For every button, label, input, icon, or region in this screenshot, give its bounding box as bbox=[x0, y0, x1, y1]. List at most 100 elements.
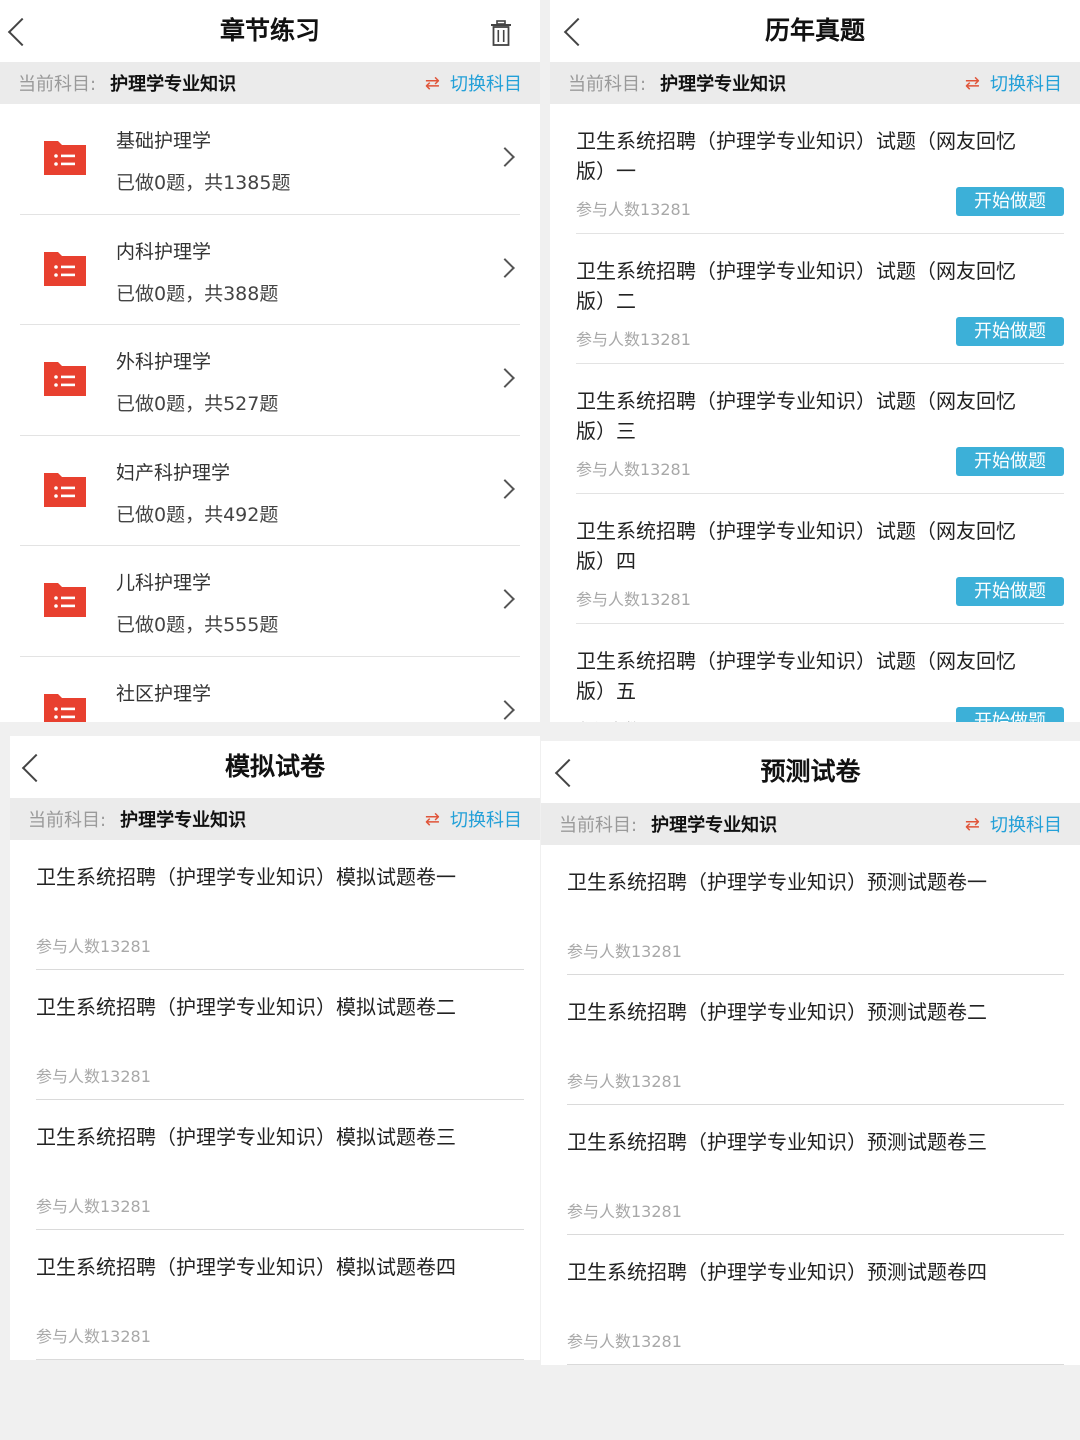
list-item[interactable]: 卫生系统招聘（护理学专业知识）预测试题卷四参与人数13281 bbox=[567, 1235, 1064, 1365]
participants-count: 参与人数13281 bbox=[567, 1072, 682, 1091]
subject-label: 当前科目: bbox=[559, 815, 638, 836]
paper-title: 卫生系统招聘（护理学专业知识）试题（网友回忆版）四 bbox=[576, 519, 1016, 573]
list-item[interactable]: 卫生系统招聘（护理学专业知识）试题（网友回忆版）五参与人数13281 开始做题 bbox=[576, 624, 1064, 722]
chapter-progress: 已做0题，共555题 bbox=[116, 614, 279, 637]
mock-papers-list: 卫生系统招聘（护理学专业知识）模拟试题卷一 参与人数13281 卫生系统招聘（护理学… bbox=[10, 840, 540, 1360]
switch-subject-label: 切换科目 bbox=[450, 810, 522, 831]
subject-value: 护理学专业知识 bbox=[110, 74, 237, 95]
paper-title: 卫生系统招聘（护理学专业知识）预测试题卷三 bbox=[567, 1130, 987, 1154]
switch-subject-button[interactable]: ⇄ 切换科目 bbox=[425, 70, 522, 96]
participants-count: 参与人数13281 bbox=[576, 330, 691, 349]
list-item[interactable]: 卫生系统招聘（护理学专业知识）预测试题卷二参与人数13281 bbox=[567, 975, 1064, 1105]
nav-bar: 模拟试卷 bbox=[10, 736, 540, 798]
participants-count: 参与人数13281 bbox=[576, 716, 691, 722]
start-practice-button[interactable]: 开始做题 bbox=[956, 707, 1064, 722]
subject-value: 护理学专业知识 bbox=[660, 74, 787, 95]
paper-title: 卫生系统招聘（护理学专业知识）试题（网友回忆版）一 bbox=[576, 129, 1016, 183]
swap-icon: ⇄ bbox=[424, 808, 440, 830]
switch-subject-button[interactable]: ⇄ 切换科目 bbox=[425, 806, 522, 832]
page-title: 预测试卷 bbox=[760, 757, 861, 786]
subject-label: 当前科目: bbox=[28, 810, 107, 831]
paper-title: 卫生系统招聘（护理学专业知识）预测试题卷四 bbox=[567, 1260, 987, 1284]
list-item[interactable]: 卫生系统招聘（护理学专业知识）模拟试题卷三 参与人数13281 bbox=[36, 1100, 524, 1230]
chapter-item[interactable]: 妇产科护理学 已做0题，共492题 bbox=[20, 436, 520, 547]
paper-title: 卫生系统招聘（护理学专业知识）预测试题卷一 bbox=[567, 870, 987, 894]
switch-subject-label: 切换科目 bbox=[450, 74, 522, 95]
chevron-right-icon bbox=[495, 478, 515, 499]
participants-count: 参与人数13281 bbox=[576, 590, 691, 609]
chapter-progress: 已做0题，共527题 bbox=[116, 393, 279, 416]
paper-title: 卫生系统招聘（护理学专业知识）模拟试题卷三 bbox=[36, 1125, 456, 1149]
swap-icon: ⇄ bbox=[424, 72, 440, 94]
participants-count: 参与人数13281 bbox=[567, 1332, 682, 1351]
list-item[interactable]: 卫生系统招聘（护理学专业知识）模拟试题卷二参与人数13281 bbox=[36, 970, 524, 1100]
nav-bar: 历年真题 bbox=[550, 0, 1080, 62]
folder-icon bbox=[42, 690, 88, 722]
subject-bar: 当前科目: 护理学专业知识 ⇄ 切换科目 bbox=[0, 62, 540, 104]
start-practice-button[interactable]: 开始做题 bbox=[956, 317, 1064, 346]
page-title: 模拟试卷 bbox=[224, 752, 325, 781]
folder-icon bbox=[42, 248, 88, 288]
start-practice-button[interactable]: 开始做题 bbox=[956, 447, 1064, 476]
list-item[interactable]: 卫生系统招聘（护理学专业知识）模拟试题卷四 参与人数13281 bbox=[36, 1230, 524, 1360]
paper-title: 卫生系统招聘（护理学专业知识）试题（网友回忆版）三 bbox=[576, 389, 1016, 443]
past-papers-screen: 历年真题 当前科目: 护理学专业知识 ⇄ 切换科目 卫生系统招聘（护理学专业知识… bbox=[550, 0, 1080, 722]
chapter-item[interactable]: 内科护理学 已做0题，共388题 bbox=[20, 215, 520, 326]
list-item[interactable]: 卫生系统招聘（护理学专业知识）预测试题卷一参与人数13281 bbox=[567, 845, 1064, 975]
chapter-item[interactable]: 社区护理学 bbox=[20, 657, 520, 722]
folder-icon bbox=[42, 579, 88, 619]
folder-icon bbox=[42, 469, 88, 509]
paper-title: 卫生系统招聘（护理学专业知识）试题（网友回忆版）五 bbox=[576, 649, 1016, 703]
start-practice-button[interactable]: 开始做题 bbox=[956, 577, 1064, 606]
subject-label: 当前科目: bbox=[568, 74, 647, 95]
nav-bar: 预测试卷 bbox=[541, 741, 1080, 803]
subject-value: 护理学专业知识 bbox=[651, 815, 778, 836]
subject-bar: 当前科目: 护理学专业知识 ⇄ 切换科目 bbox=[10, 798, 540, 840]
paper-title: 卫生系统招聘（护理学专业知识）试题（网友回忆版）二 bbox=[576, 259, 1016, 313]
nav-bar: 章节练习 bbox=[0, 0, 540, 62]
paper-title: 卫生系统招聘（护理学专业知识）模拟试题卷二 bbox=[36, 995, 456, 1019]
switch-subject-label: 切换科目 bbox=[990, 74, 1062, 95]
chapter-practice-screen: 章节练习 当前科目: 护理学专业知识 ⇄ 切换科目 基础护理学 已做0题，共138… bbox=[0, 0, 540, 722]
chevron-right-icon bbox=[495, 257, 515, 278]
participants-count: 参与人数13281 bbox=[36, 1067, 151, 1086]
chapter-item[interactable]: 儿科护理学已做0题，共555题 bbox=[20, 546, 520, 657]
swap-icon: ⇄ bbox=[964, 813, 980, 835]
chapter-name: 社区护理学 bbox=[116, 682, 212, 705]
subject-label: 当前科目: bbox=[18, 74, 97, 95]
chapter-progress: 已做0题，共388题 bbox=[116, 282, 279, 305]
participants-count: 参与人数13281 bbox=[567, 942, 682, 961]
switch-subject-label: 切换科目 bbox=[990, 815, 1062, 836]
switch-subject-button[interactable]: ⇄ 切换科目 bbox=[965, 70, 1062, 96]
list-item[interactable]: 卫生系统招聘（护理学专业知识）预测试题卷三参与人数13281 bbox=[567, 1105, 1064, 1235]
list-item[interactable]: 卫生系统招聘（护理学专业知识）试题（网友回忆版）二参与人数13281 开始做题 bbox=[576, 234, 1064, 364]
chapter-name: 外科护理学 bbox=[116, 351, 212, 374]
forecast-papers-list: 卫生系统招聘（护理学专业知识）预测试题卷一 参与人数13281 卫生系统招聘（护理学… bbox=[541, 845, 1080, 1365]
list-item[interactable]: 卫生系统招聘（护理学专业知识）模拟试题卷一 参与人数13281 bbox=[36, 840, 524, 970]
trash-icon[interactable] bbox=[490, 20, 512, 46]
folder-icon bbox=[42, 137, 88, 177]
paper-title: 卫生系统招聘（护理学专业知识）预测试题卷二 bbox=[567, 1000, 987, 1024]
past-papers-list: 卫生系统招聘（护理学专业知识）试题（网友回忆版）一 参与人数13281 开始做题 卫生… bbox=[550, 104, 1080, 722]
swap-icon: ⇄ bbox=[964, 72, 980, 94]
chevron-right-icon bbox=[495, 368, 515, 389]
page-title: 章节练习 bbox=[219, 16, 320, 45]
chapter-item[interactable]: 外科护理学已做0题，共527题 bbox=[20, 325, 520, 436]
chapter-list: 基础护理学 已做0题，共1385题 内科护理学 已做0题，共388题 外科护理学 已做0题… bbox=[0, 104, 540, 722]
forecast-papers-screen: 预测试卷 当前科目: 护理学专业知识 ⇄ 切换科目 卫生系统招聘（护理学专业知识… bbox=[541, 741, 1080, 1440]
mock-papers-screen: 模拟试卷 当前科目: 护理学专业知识 ⇄ 切换科目 卫生系统招聘（护理学专业知识… bbox=[10, 736, 540, 1440]
participants-count: 参与人数13281 bbox=[576, 460, 691, 479]
chapter-name: 儿科护理学 bbox=[116, 572, 212, 595]
switch-subject-button[interactable]: ⇄ 切换科目 bbox=[965, 811, 1062, 837]
chevron-right-icon bbox=[495, 147, 515, 167]
list-item[interactable]: 卫生系统招聘（护理学专业知识）试题（网友回忆版）四参与人数13281 开始做题 bbox=[576, 494, 1064, 624]
list-item[interactable]: 卫生系统招聘（护理学专业知识）试题（网友回忆版）三参与人数13281 开始做题 bbox=[576, 364, 1064, 494]
participants-count: 参与人数13281 bbox=[36, 1327, 151, 1346]
chapter-item[interactable]: 基础护理学 已做0题，共1385题 bbox=[20, 104, 520, 215]
folder-icon bbox=[42, 358, 88, 398]
page-title: 历年真题 bbox=[764, 16, 865, 45]
participants-count: 参与人数13281 bbox=[567, 1202, 682, 1221]
subject-bar: 当前科目: 护理学专业知识 ⇄ 切换科目 bbox=[550, 62, 1080, 104]
start-practice-button[interactable]: 开始做题 bbox=[956, 187, 1064, 216]
list-item[interactable]: 卫生系统招聘（护理学专业知识）试题（网友回忆版）一 参与人数13281 开始做题 bbox=[576, 104, 1064, 234]
